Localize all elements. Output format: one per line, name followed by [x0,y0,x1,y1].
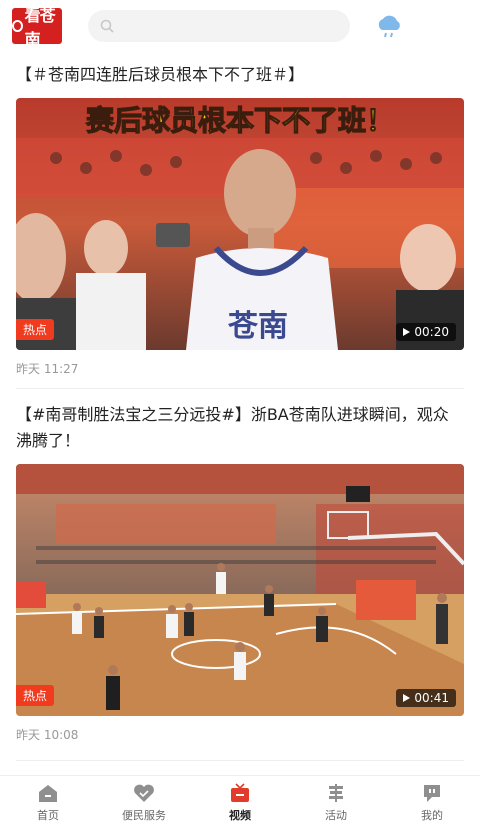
bottom-nav: 首页 便民服务 视频 活动 我的 [0,775,480,830]
flag-icon [329,784,343,802]
top-bar: 看苍南 [0,0,480,52]
nav-item-services[interactable]: 便民服务 [96,783,192,823]
nav-label: 便民服务 [122,809,166,822]
app-logo[interactable]: 看苍南 [12,6,62,49]
divider [16,388,464,389]
tv-icon [231,783,249,802]
search-icon [100,19,114,33]
nav-item-video[interactable]: 视频 [192,783,288,823]
nav-label: 我的 [421,809,443,822]
nav-label: 视频 [229,809,251,822]
video-card[interactable]: 【#南哥制胜法宝之三分远投#】浙BA苍南队进球瞬间，观众沸腾了！ 热点 00:4… [16,402,464,743]
duration-badge: 00:41 [396,689,456,707]
hot-badge: 热点 [16,685,55,706]
video-thumbnail[interactable]: 热点 00:41 [16,464,464,716]
chat-icon [424,785,440,802]
hot-badge: 热点 [16,319,55,340]
cloud-rain-icon[interactable] [374,12,404,40]
logo-text: 看苍南 [24,6,56,49]
duration-text: 00:20 [414,325,449,339]
publish-time: 昨天 11:27 [16,362,79,376]
video-title[interactable]: 【＃苍南四连胜后球员根本下不了班＃】 [16,62,464,88]
thumbnail-image [16,464,464,716]
thumbnail-image: 苍南 赛后球员根本下不了班！ [16,98,464,350]
nav-item-profile[interactable]: 我的 [384,783,480,823]
publish-time: 昨天 10:08 [16,728,79,742]
svg-text:苍南: 苍南 [228,309,288,344]
thumbnail-caption: 赛后球员根本下不了班！ [86,104,394,137]
nav-item-home[interactable]: 首页 [0,783,96,823]
logo-ring-icon [12,20,23,32]
duration-text: 00:41 [414,691,449,705]
home-icon [39,785,57,802]
nav-label: 首页 [37,809,59,822]
play-icon [403,328,411,336]
heart-icon [134,784,154,802]
nav-item-activity[interactable]: 活动 [288,783,384,823]
video-thumbnail[interactable]: 苍南 赛后球员根本下不了班！ 热点 00:20 [16,98,464,350]
video-card[interactable]: 【＃苍南四连胜后球员根本下不了班＃】 苍南 赛后球员根本下不了班！ 热点 00:… [16,62,464,377]
search-input[interactable] [88,10,350,42]
video-title[interactable]: 【#南哥制胜法宝之三分远投#】浙BA苍南队进球瞬间，观众沸腾了！ [16,402,464,454]
divider [16,760,464,761]
nav-label: 活动 [325,809,347,822]
play-icon [403,694,411,702]
duration-badge: 00:20 [396,323,456,341]
